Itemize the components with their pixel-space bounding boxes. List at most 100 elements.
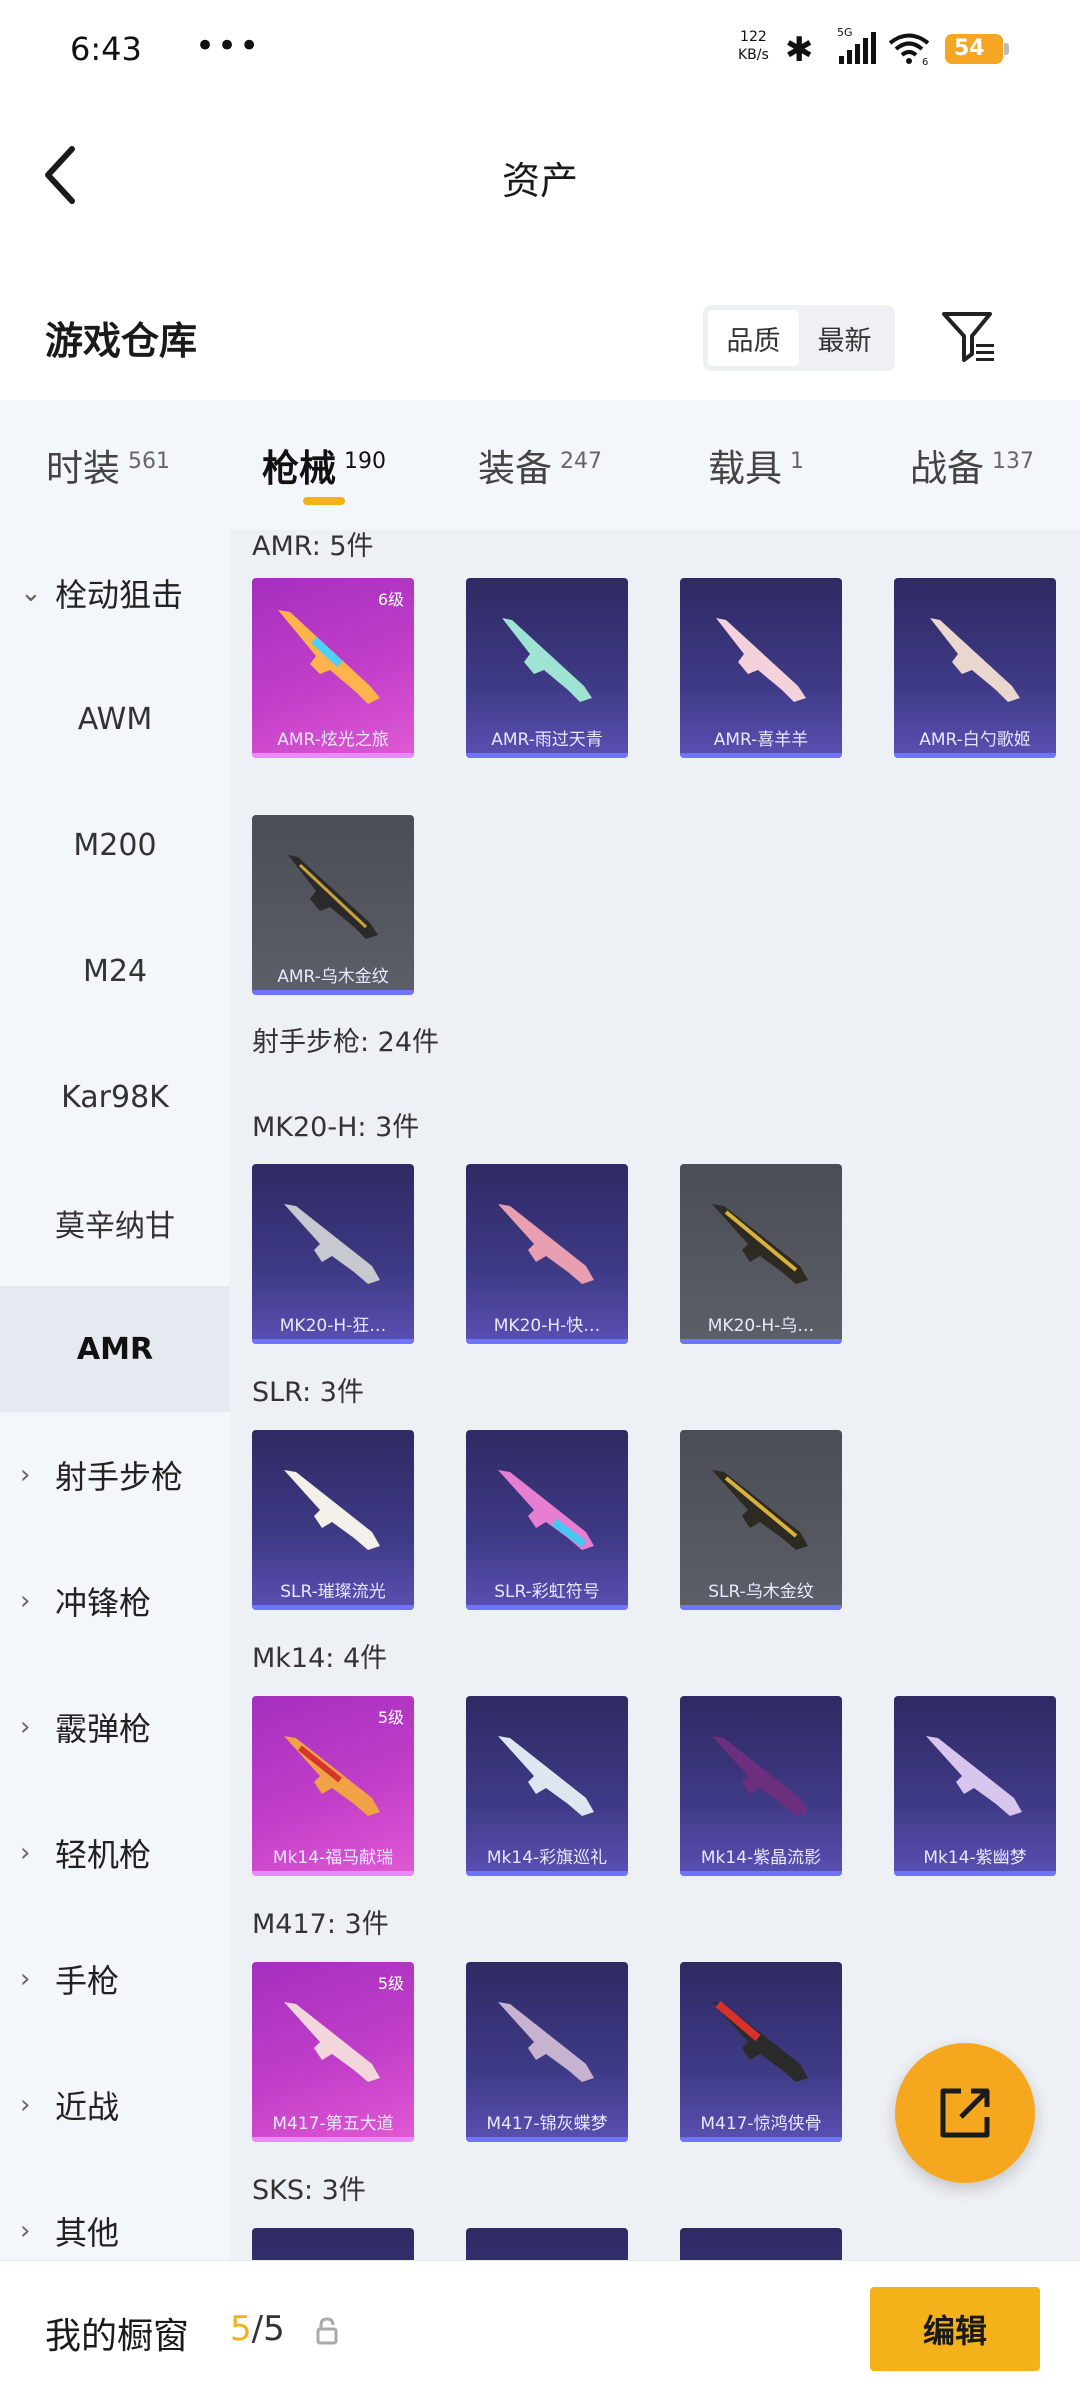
- svg-text:6: 6: [922, 57, 928, 66]
- sidebar-item-amr[interactable]: AMR: [0, 1286, 230, 1412]
- sidebar-item-m24[interactable]: M24: [0, 908, 230, 1034]
- card-rarity-bar: [680, 2137, 842, 2142]
- battery-icon: 54: [945, 34, 1009, 64]
- card-rarity-bar: [680, 1871, 842, 1876]
- sidebar-item-other[interactable]: › 其他: [0, 2168, 230, 2260]
- card-rarity-bar: [894, 753, 1056, 758]
- weapon-card[interactable]: Mk14-紫幽梦: [894, 1696, 1056, 1876]
- rifle-icon: [498, 1204, 594, 1284]
- card-rarity-bar: [252, 1871, 414, 1876]
- sort-newest-option[interactable]: 最新: [799, 310, 890, 366]
- rifle-icon: [284, 1470, 380, 1550]
- sidebar-item-m200[interactable]: M200: [0, 782, 230, 908]
- card-rarity-bar: [252, 753, 414, 758]
- sidebar-item-shotgun[interactable]: › 霰弹枪: [0, 1664, 230, 1790]
- sidebar-item-kar98k[interactable]: Kar98K: [0, 1034, 230, 1160]
- sidebar-item-pistol[interactable]: › 手枪: [0, 1916, 230, 2042]
- tab-guns[interactable]: 枪械 190: [216, 400, 432, 530]
- tab-vehicles[interactable]: 载具 1: [648, 400, 864, 530]
- status-more-dots: •••: [195, 26, 262, 66]
- weapon-card[interactable]: SLR-璀璨流光: [252, 1430, 414, 1610]
- card-name: Mk14-紫晶流影: [700, 1848, 822, 1868]
- card-name: M417-第五大道: [272, 2114, 394, 2134]
- section-label-slr: SLR: 3件: [252, 1377, 364, 1408]
- weapon-card[interactable]: MK20-H-狂…: [252, 1164, 414, 1344]
- card-name: MK20-H-快…: [493, 1316, 601, 1336]
- weapon-card[interactable]: [252, 2228, 414, 2260]
- tab-battle-gear[interactable]: 战备 137: [864, 400, 1080, 530]
- weapon-card[interactable]: SLR-彩虹符号: [466, 1430, 628, 1610]
- chevron-right-icon: ›: [20, 1460, 31, 1490]
- wifi-icon: 6: [888, 33, 930, 66]
- weapon-card[interactable]: [680, 2228, 842, 2260]
- weapon-card[interactable]: MK20-H-快…: [466, 1164, 628, 1344]
- weapon-card[interactable]: 5级 Mk14-福马献瑞: [252, 1696, 414, 1876]
- card-name: AMR-乌木金纹: [277, 967, 389, 987]
- card-rarity-bar: [466, 2137, 628, 2142]
- weapon-card[interactable]: SLR-乌木金纹: [680, 1430, 842, 1610]
- card-rarity-bar: [894, 1871, 1056, 1876]
- showcase-bar: 我的橱窗 5/5 编辑: [0, 2260, 1080, 2400]
- sidebar-item-melee[interactable]: › 近战: [0, 2042, 230, 2168]
- tab-equipment[interactable]: 装备 247: [432, 400, 648, 530]
- chevron-right-icon: ›: [20, 1586, 31, 1616]
- rifle-icon: [712, 1736, 808, 1816]
- section-label-mk20: MK20-H: 3件: [252, 1112, 420, 1143]
- network-speed: 122 KB/s: [738, 29, 769, 63]
- section-label-m417: M417: 3件: [252, 1909, 389, 1940]
- sniper-rifle-icon: [930, 618, 1020, 702]
- card-name: M417-锦灰蝶梦: [486, 2114, 608, 2134]
- weapon-card[interactable]: AMR-喜羊羊: [680, 578, 842, 758]
- weapon-card[interactable]: AMR-乌木金纹: [252, 815, 414, 995]
- weapon-card[interactable]: AMR-白勺歌姬: [894, 578, 1056, 758]
- app-header: 资产: [0, 100, 1080, 250]
- sidebar-item-awm[interactable]: AWM: [0, 656, 230, 782]
- weapon-card[interactable]: M417-惊鸿侠骨: [680, 1962, 842, 2142]
- sidebar-item-marksman[interactable]: › 射手步枪: [0, 1412, 230, 1538]
- card-rarity-bar: [466, 1339, 628, 1344]
- sort-quality-option[interactable]: 品质: [708, 310, 799, 366]
- status-time: 6:43: [70, 30, 142, 68]
- card-rarity-bar: [252, 1339, 414, 1344]
- card-rarity-bar: [680, 753, 842, 758]
- sniper-rifle-icon: [502, 618, 592, 702]
- edit-button[interactable]: 编辑: [870, 2287, 1040, 2371]
- card-name: Mk14-紫幽梦: [923, 1848, 1027, 1868]
- showcase-count: 5/5: [230, 2309, 285, 2349]
- share-external-icon: [940, 2088, 990, 2138]
- card-name: Mk14-福马献瑞: [272, 1848, 394, 1868]
- filter-icon[interactable]: [940, 308, 998, 366]
- weapon-card[interactable]: 6级 AMR-炫光之旅: [252, 578, 414, 758]
- sniper-rifle-icon: [716, 618, 806, 702]
- weapon-card[interactable]: M417-锦灰蝶梦: [466, 1962, 628, 2142]
- chevron-right-icon: ›: [20, 2216, 31, 2246]
- weapon-card[interactable]: [466, 2228, 628, 2260]
- weapon-card[interactable]: Mk14-紫晶流影: [680, 1696, 842, 1876]
- sidebar-item-bolt-action[interactable]: ⌄ 栓动狙击: [0, 530, 230, 656]
- category-tabs: 时装 561 枪械 190 装备 247 载具 1 战备 137: [0, 400, 1080, 530]
- weapon-card[interactable]: MK20-H-乌…: [680, 1164, 842, 1344]
- sidebar-item-smg[interactable]: › 冲锋枪: [0, 1538, 230, 1664]
- card-name: Mk14-彩旗巡礼: [486, 1848, 608, 1868]
- card-name: MK20-H-狂…: [279, 1316, 387, 1336]
- section-label-marksman: 射手步枪: 24件: [252, 1027, 440, 1058]
- card-rarity-bar: [466, 1871, 628, 1876]
- weapon-card[interactable]: AMR-雨过天青: [466, 578, 628, 758]
- rifle-icon: [498, 2002, 594, 2082]
- card-rarity-bar: [680, 1339, 842, 1344]
- share-button[interactable]: [895, 2043, 1035, 2183]
- card-rarity-bar: [252, 1605, 414, 1610]
- section-label-sks: SKS: 3件: [252, 2175, 366, 2206]
- sidebar-item-lmg[interactable]: › 轻机枪: [0, 1790, 230, 1916]
- weapon-card[interactable]: 5级 M417-第五大道: [252, 1962, 414, 2142]
- card-rarity-bar: [466, 753, 628, 758]
- status-bar: 6:43 ••• 122 KB/s ✱ 5G 6 54: [0, 0, 1080, 100]
- rifle-icon: [712, 1204, 808, 1284]
- warehouse-header: 游戏仓库 品质 最新: [0, 250, 1080, 400]
- weapon-card[interactable]: Mk14-彩旗巡礼: [466, 1696, 628, 1876]
- sidebar-item-mosin[interactable]: 莫辛纳甘: [0, 1160, 230, 1286]
- tab-fashion[interactable]: 时装 561: [0, 400, 216, 530]
- chevron-right-icon: ›: [20, 1838, 31, 1868]
- section-label-mk14: Mk14: 4件: [252, 1643, 388, 1674]
- chevron-down-icon: ⌄: [20, 578, 42, 608]
